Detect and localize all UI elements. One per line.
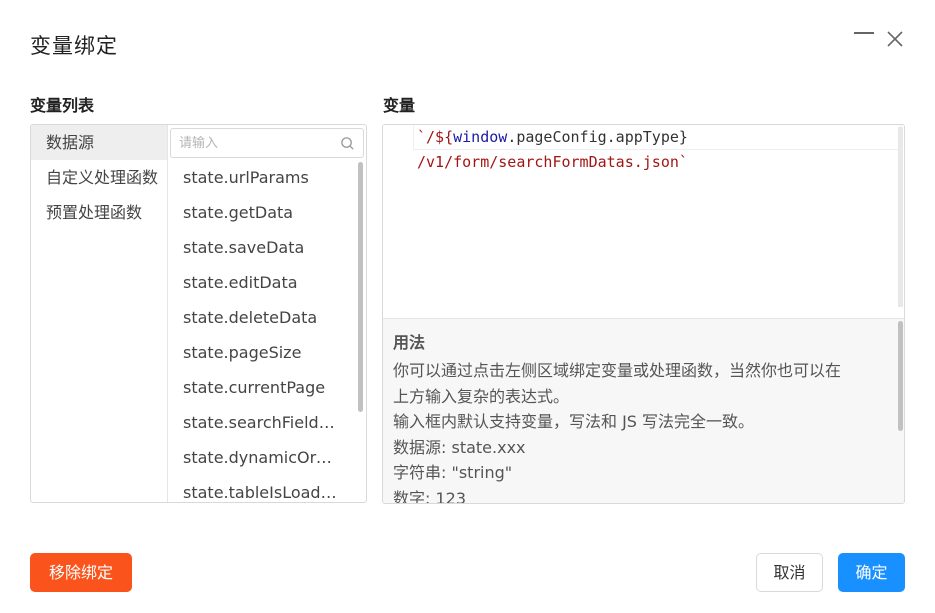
usage-line: 数据源: state.xxx [393, 437, 526, 457]
expression-code[interactable]: `/${window.pageConfig.appType} /v1/form/… [417, 125, 688, 175]
variable-list: state.urlParams state.getData state.save… [168, 160, 358, 502]
category-list: 数据源 自定义处理函数 预置处理函数 [31, 125, 168, 502]
code-token: .pageConfig.appType} [507, 128, 688, 146]
usage-title: 用法 [393, 333, 426, 352]
variable-list-scrollbar[interactable] [358, 162, 363, 412]
list-item[interactable]: state.currentPage [168, 370, 358, 405]
code-token: /v1/form/searchFormDatas.json` [417, 153, 688, 171]
list-item[interactable]: state.urlParams [168, 160, 358, 195]
search-input[interactable] [179, 133, 329, 153]
category-item-datasource[interactable]: 数据源 [31, 125, 167, 160]
remove-binding-button[interactable]: 移除绑定 [30, 553, 132, 592]
list-item[interactable]: state.dynamicOrder [168, 440, 358, 475]
minimize-icon[interactable] [852, 26, 876, 46]
usage-line: 输入框内默认支持变量，写法和 JS 写法完全一致。 [393, 412, 755, 431]
category-item-custom-functions[interactable]: 自定义处理函数 [31, 160, 167, 195]
close-icon[interactable] [884, 28, 906, 50]
list-item[interactable]: state.getData [168, 195, 358, 230]
usage-line: 数字: 123 [393, 488, 467, 504]
usage-scrollbar[interactable] [898, 321, 903, 431]
dialog-title: 变量绑定 [30, 34, 118, 58]
confirm-button[interactable]: 确定 [838, 553, 905, 592]
list-item[interactable]: state.searchFieldData [168, 405, 358, 440]
list-item[interactable]: state.pageSize [168, 335, 358, 370]
variable-binding-dialog: 变量绑定 变量列表 变量 数据源 自定义处理函数 预置处理函数 state.ur… [0, 0, 935, 613]
category-item-preset-functions[interactable]: 预置处理函数 [31, 195, 167, 230]
usage-help: 用法 你可以通过点击左侧区域绑定变量或处理函数，当然你也可以在 上方输入复杂的表… [383, 318, 904, 503]
search-icon[interactable] [340, 136, 355, 151]
usage-line: 字符串: "string" [393, 463, 513, 482]
cancel-button[interactable]: 取消 [756, 553, 823, 592]
variable-list-panel: 数据源 自定义处理函数 预置处理函数 state.urlParams state… [30, 124, 367, 503]
variable-editor-panel: `/${window.pageConfig.appType} /v1/form/… [382, 124, 905, 504]
list-item[interactable]: state.saveData [168, 230, 358, 265]
usage-line: 上方输入复杂的表达式。 [393, 386, 570, 406]
expression-editor[interactable]: `/${window.pageConfig.appType} /v1/form/… [383, 125, 904, 318]
list-item[interactable]: state.deleteData [168, 300, 358, 335]
variable-label: 变量 [383, 96, 416, 115]
list-item[interactable]: state.editData [168, 265, 358, 300]
list-item[interactable]: state.tableIsLoading [168, 475, 358, 502]
code-token: `/${ [417, 128, 454, 146]
variable-search [170, 128, 364, 158]
editor-scrollbar[interactable] [898, 127, 903, 307]
code-token-window: window [453, 128, 508, 146]
usage-line: 你可以通过点击左侧区域绑定变量或处理函数，当然你也可以在 [393, 361, 842, 380]
variable-list-label: 变量列表 [30, 96, 95, 115]
variable-column: state.urlParams state.getData state.save… [168, 125, 366, 502]
